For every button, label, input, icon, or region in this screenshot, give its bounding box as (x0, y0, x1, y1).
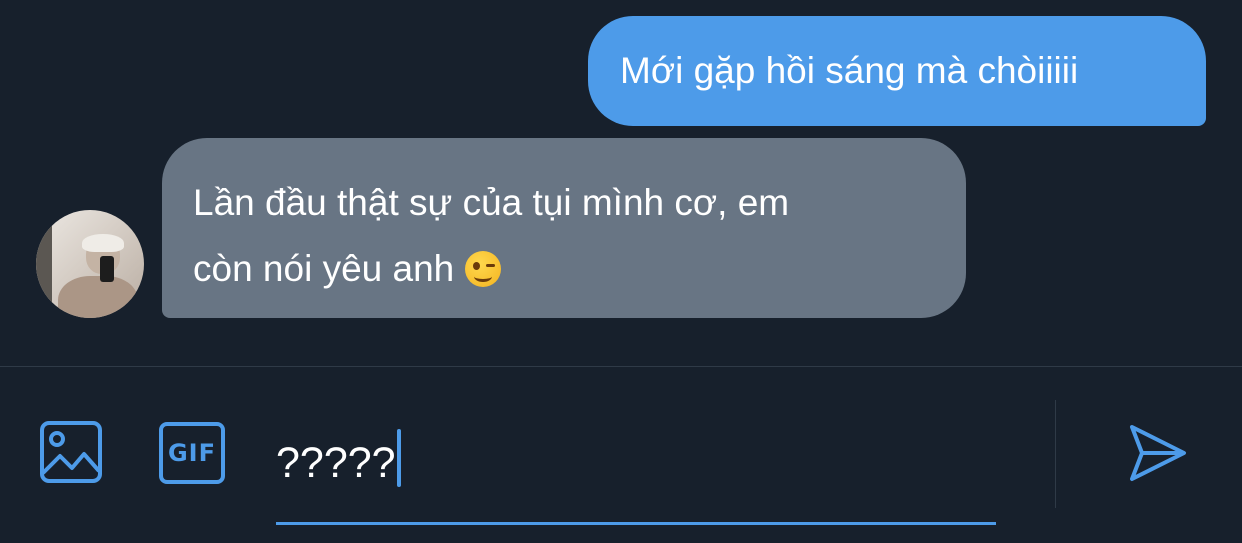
add-gif-button[interactable]: GIF (159, 422, 225, 484)
message-thread: Mới gặp hồi sáng mà chòiiiii Lần đầu thậ… (0, 0, 1242, 366)
incoming-message-line-1: Lần đầu thật sự của tụi mình cơ, em (193, 182, 790, 223)
message-input-underline (276, 522, 996, 525)
add-image-button[interactable] (40, 421, 102, 483)
message-input-text: ????? (276, 429, 401, 488)
message-input[interactable]: ????? (276, 415, 996, 515)
winking-face-emoji-icon (464, 251, 501, 287)
outgoing-message-text: Mới gặp hồi sáng mà chòiiiii (620, 49, 1079, 91)
avatar[interactable] (36, 210, 144, 318)
composer-separator (1055, 400, 1056, 508)
gif-icon: GIF (159, 422, 225, 484)
incoming-message-line-2-text: còn nói yêu anh (193, 248, 455, 289)
text-cursor (396, 429, 401, 487)
send-button[interactable] (1128, 423, 1188, 483)
incoming-message-line-2: còn nói yêu anh (193, 236, 936, 302)
outgoing-message-bubble[interactable]: Mới gặp hồi sáng mà chòiiiii (588, 16, 1206, 126)
incoming-message-bubble[interactable]: Lần đầu thật sự của tụi mình cơ, em còn … (162, 138, 966, 318)
composer-divider (0, 366, 1242, 367)
send-icon (1130, 425, 1186, 481)
image-icon (40, 421, 102, 483)
message-input-value: ????? (276, 439, 396, 487)
